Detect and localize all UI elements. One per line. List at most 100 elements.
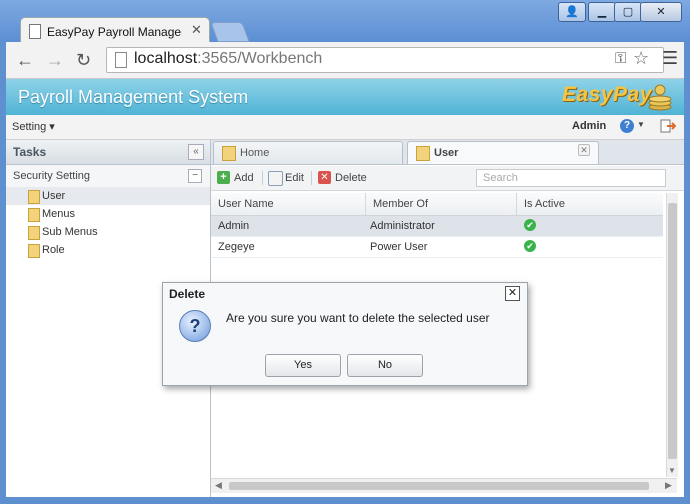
help-icon[interactable]: ? [620, 119, 634, 133]
scrollbar-thumb[interactable] [668, 203, 677, 459]
column-label: Is Active [524, 198, 565, 210]
close-tab-icon[interactable]: ✕ [578, 144, 590, 156]
collapse-section-icon[interactable]: − [188, 169, 202, 183]
folder-icon [28, 244, 40, 258]
column-label: Member Of [373, 198, 429, 210]
column-header-member-of[interactable]: Member Of [366, 193, 517, 215]
scrollbar-thumb[interactable] [229, 482, 649, 490]
page-icon [29, 24, 41, 39]
cell-member-of: Power User [370, 241, 428, 253]
tree-item-label: Menus [42, 208, 76, 220]
url-host: localhost [134, 50, 198, 67]
column-header-user-name[interactable]: User Name [211, 193, 366, 215]
tab-label: Home [240, 147, 270, 159]
search-input[interactable] [477, 170, 669, 186]
user-profile-button[interactable]: 👤 [558, 2, 586, 22]
coins-icon [648, 84, 672, 111]
delete-dialog: Delete ✕ ? Are you sure you want to dele… [162, 282, 528, 386]
tab-user[interactable]: User ✕ [407, 141, 599, 164]
browser-menu-icon[interactable]: ☰ [662, 48, 678, 69]
browser-tab-title: EasyPay Payroll Managemen [47, 25, 182, 39]
tab-home[interactable]: Home [213, 141, 403, 164]
reload-icon[interactable]: ↻ [76, 50, 91, 71]
add-icon: + [217, 171, 230, 184]
question-icon: ? [179, 310, 211, 342]
tree-item-label: Role [42, 244, 65, 256]
active-check-icon: ✔ [524, 240, 536, 252]
close-tab-icon[interactable]: ✕ [191, 22, 202, 38]
home-icon [222, 146, 236, 161]
minimize-button[interactable]: ▁ [588, 2, 616, 22]
toolbar-divider [311, 171, 312, 185]
add-button[interactable]: + Add [217, 170, 257, 186]
url-path: :3565/Workbench [197, 50, 323, 67]
delete-button[interactable]: ✕ Delete [318, 170, 370, 186]
maximize-button[interactable]: ▢ [614, 2, 642, 22]
no-button[interactable]: No [347, 354, 423, 377]
app-header: Payroll Management System EasyPay [6, 79, 684, 116]
app-title: Payroll Management System [18, 87, 249, 107]
window-close-button[interactable]: ✕ [640, 2, 682, 22]
tree-item-sub-menus[interactable]: Sub Menus [6, 223, 210, 241]
browser-tab[interactable]: EasyPay Payroll Managemen ✕ [20, 17, 210, 44]
column-label: User Name [218, 198, 274, 210]
dialog-message: Are you sure you want to delete the sele… [226, 311, 490, 325]
setting-menu[interactable]: Setting ▾ [12, 120, 55, 133]
url-text[interactable]: localhost:3565/Workbench [134, 50, 322, 68]
delete-label: Delete [335, 172, 367, 184]
dialog-titlebar[interactable]: Delete ✕ [163, 283, 527, 303]
scroll-left-icon[interactable]: ◀ [215, 480, 222, 491]
cell-user-name: Admin [218, 220, 250, 232]
tasks-panel-header: Tasks « [6, 140, 210, 165]
delete-icon: ✕ [318, 171, 331, 184]
toolbar-divider [262, 171, 263, 185]
tab-strip: Home User ✕ [211, 140, 684, 165]
section-title: Security Setting [13, 170, 91, 182]
back-arrow-icon[interactable]: ← [16, 50, 34, 71]
tree-item-role[interactable]: Role [6, 241, 210, 259]
table-row[interactable]: Zegeye Power User ✔ [211, 237, 663, 258]
page-icon [115, 52, 127, 68]
new-tab-button[interactable] [210, 22, 250, 42]
close-icon[interactable]: ✕ [505, 286, 520, 301]
vertical-scrollbar[interactable]: ▼ [666, 193, 678, 477]
tree-item-label: User [42, 190, 66, 202]
dialog-title: Delete [169, 287, 206, 301]
folder-icon [28, 226, 40, 240]
folder-icon [28, 208, 40, 222]
chevron-down-icon[interactable]: ▼ [637, 120, 645, 129]
tree-item-menus[interactable]: Menus [6, 205, 210, 223]
security-setting-section[interactable]: Security Setting − [6, 165, 210, 188]
scroll-down-icon[interactable]: ▼ [668, 466, 676, 475]
tasks-title: Tasks [13, 145, 47, 159]
forward-arrow-icon[interactable]: → [46, 50, 64, 71]
key-icon[interactable]: ⚿ [615, 50, 626, 67]
tree-item-user[interactable]: User [6, 187, 210, 205]
edit-icon [268, 171, 283, 186]
tree-item-label: Sub Menus [42, 226, 98, 238]
horizontal-scrollbar[interactable]: ◀ ▶ [211, 478, 677, 493]
folder-icon [416, 146, 430, 161]
grid-header: User Name Member Of Is Active [211, 193, 663, 216]
folder-icon [28, 190, 40, 204]
active-check-icon: ✔ [524, 219, 536, 231]
brand-logo: EasyPay [562, 83, 652, 106]
column-header-is-active[interactable]: Is Active [517, 193, 663, 215]
table-row[interactable]: Admin Administrator ✔ [211, 216, 663, 237]
edit-button[interactable]: Edit [268, 170, 308, 186]
collapse-panel-icon[interactable]: « [188, 144, 204, 160]
address-bar[interactable]: localhost:3565/Workbench ⚿ ☆ [106, 47, 664, 73]
cell-member-of: Administrator [370, 220, 435, 232]
add-label: Add [234, 172, 254, 184]
yes-button[interactable]: Yes [265, 354, 341, 377]
cell-user-name: Zegeye [218, 241, 255, 253]
browser-toolbar: ← → ↻ localhost:3565/Workbench ⚿ ☆ ☰ [6, 42, 684, 79]
bookmark-star-icon[interactable]: ☆ [633, 48, 649, 69]
setting-menu-label: Setting [12, 121, 47, 133]
current-user[interactable]: Admin [572, 120, 606, 132]
grid-toolbar: + Add Edit ✕ Delete [211, 166, 684, 191]
scroll-right-icon[interactable]: ▶ [665, 480, 672, 491]
logout-icon[interactable] [660, 118, 676, 134]
app-menubar: Setting ▾ Admin ? ▼ [6, 115, 684, 140]
search-box[interactable] [476, 169, 669, 187]
